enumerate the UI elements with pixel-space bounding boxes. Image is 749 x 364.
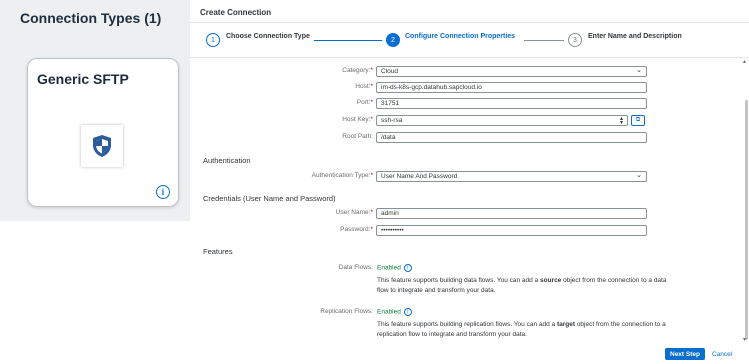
features-heading: Features xyxy=(203,247,233,256)
wizard-steps: 1 Choose Connection Type 2 Configure Con… xyxy=(190,22,749,58)
root-path-input[interactable]: /data xyxy=(376,132,647,143)
replication-flows-description: This feature supports building replicati… xyxy=(377,321,666,338)
replication-flows-label: Replication Flows: xyxy=(320,308,373,315)
port-input[interactable]: 31751 xyxy=(376,98,647,109)
info-icon[interactable]: i xyxy=(403,264,412,272)
connection-types-panel: Connection Types (1) Generic SFTP i xyxy=(0,0,190,221)
cancel-button[interactable]: Cancel xyxy=(712,348,732,360)
info-icon[interactable]: i xyxy=(156,185,170,199)
page: Connection Types (1) Generic SFTP i Crea… xyxy=(0,0,749,364)
create-connection-dialog: Create Connection 1 Choose Connection Ty… xyxy=(190,0,749,364)
dialog-footer: Next Step Cancel xyxy=(190,348,749,364)
host-label: Host:* xyxy=(355,83,373,90)
chevron-down-icon: ⌄ xyxy=(636,172,642,179)
credentials-heading: Credentials (User Name and Password) xyxy=(203,194,336,203)
password-label: Password:* xyxy=(340,226,373,233)
step-1-circle[interactable]: 1 xyxy=(206,33,220,47)
host-key-lookup-button[interactable]: ⧉ xyxy=(631,115,645,126)
password-input[interactable]: •••••••••• xyxy=(376,225,647,236)
user-name-label: User Name:* xyxy=(335,209,373,216)
authentication-type-select[interactable]: User Name And Password ⌄ xyxy=(376,171,647,182)
step-3-circle: 3 xyxy=(568,33,582,47)
generic-sftp-tile[interactable]: Generic SFTP i xyxy=(27,58,179,207)
sftp-logo xyxy=(81,125,123,167)
scroll-up-icon[interactable]: ▴ xyxy=(743,58,746,65)
step-2-label[interactable]: Configure Connection Properties xyxy=(405,33,515,40)
category-label: Category:* xyxy=(342,67,373,74)
dialog-title: Create Connection xyxy=(200,8,272,17)
data-flows-status: Enabled i xyxy=(377,264,412,272)
host-input[interactable]: im-ds-k8s-gcp.datahub.sapcloud.io xyxy=(376,82,647,93)
chevron-down-icon: ⌄ xyxy=(636,67,642,74)
authentication-type-label: Authentication Type:* xyxy=(311,172,373,179)
stepper-icon[interactable]: ▴ ▾ xyxy=(620,116,623,125)
connection-types-title: Connection Types (1) xyxy=(20,10,162,26)
lookup-icon: ⧉ xyxy=(635,117,641,123)
scrollbar-thumb[interactable] xyxy=(745,100,748,340)
step-2-circle[interactable]: 2 xyxy=(386,33,400,47)
root-path-label: Root Path: xyxy=(342,133,373,140)
replication-flows-status: Enabled i xyxy=(377,308,412,316)
shield-icon xyxy=(93,135,111,157)
authentication-heading: Authentication xyxy=(203,156,251,165)
step-1-label[interactable]: Choose Connection Type xyxy=(226,33,310,40)
user-name-input[interactable]: admin xyxy=(376,208,647,219)
data-flows-description: This feature supports building data flow… xyxy=(377,277,667,294)
host-key-input[interactable]: ssh-rsa ▴ ▾ xyxy=(376,115,628,126)
host-key-label: Host Key:* xyxy=(342,116,373,123)
step-3-label: Enter Name and Description xyxy=(588,33,682,40)
port-label: Port:* xyxy=(356,99,373,106)
scroll-down-icon[interactable]: ▾ xyxy=(743,336,746,343)
step-connector-1 xyxy=(314,40,382,41)
category-select[interactable]: Cloud ⌄ xyxy=(376,66,647,77)
step-connector-2 xyxy=(524,40,564,41)
tile-title: Generic SFTP xyxy=(37,71,129,87)
form-content: Category:* Cloud ⌄ Host:* im-ds-k8s-gcp.d… xyxy=(190,58,743,348)
info-icon[interactable]: i xyxy=(403,308,412,316)
next-step-button[interactable]: Next Step xyxy=(665,348,705,360)
data-flows-label: Data Flows: xyxy=(338,264,373,271)
